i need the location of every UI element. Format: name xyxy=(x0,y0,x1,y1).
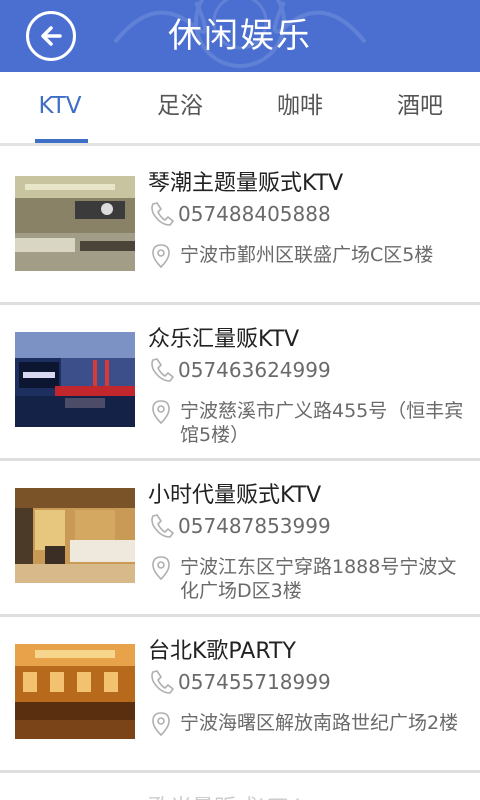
venue-thumbnail xyxy=(15,488,135,583)
venue-thumbnail xyxy=(15,176,135,271)
location-pin-icon xyxy=(152,556,170,581)
venue-address: 宁波市鄞州区联盛广场C区5楼 xyxy=(180,244,434,266)
location-pin-icon xyxy=(152,712,170,737)
address-row: 宁波慈溪市广义路455号（恒丰宾馆5楼） xyxy=(150,399,470,447)
venue-name: 台北K歌PARTY xyxy=(148,639,296,664)
venue-phone: 057455718999 xyxy=(178,670,331,694)
page-title: 休闲娱乐 xyxy=(168,16,312,56)
venue-name: 琴潮主题量贩式KTV xyxy=(148,171,344,196)
tab-foot-massage[interactable]: 足浴 xyxy=(120,72,240,143)
phone-icon xyxy=(151,202,174,226)
phone-icon xyxy=(151,670,174,694)
phone-row[interactable]: 057487853999 xyxy=(150,511,331,541)
phone-row[interactable]: 057488405888 xyxy=(150,199,331,229)
location-pin-icon xyxy=(152,244,170,269)
address-row: 宁波江东区宁穿路1888号宁波文化广场D区3楼 xyxy=(150,555,470,603)
phone-row[interactable]: 057463624999 xyxy=(150,355,331,385)
list-item[interactable]: 台北K歌PARTY 057455718999 宁波海曙区解放南路世纪广场2楼 xyxy=(0,617,480,773)
tab-active-indicator xyxy=(35,139,88,143)
app-screen: 休闲娱乐 KTV 足浴 咖啡 酒吧 琴潮主题量贩式KTV 05748840588… xyxy=(0,0,480,800)
tab-ktv[interactable]: KTV xyxy=(0,72,120,143)
venue-name: 众乐汇量贩KTV xyxy=(148,327,300,352)
tab-bar[interactable]: 酒吧 xyxy=(360,72,480,143)
venue-address: 宁波江东区宁穿路1888号宁波文化广场D区3楼 xyxy=(180,556,457,602)
address-row: 宁波海曙区解放南路世纪广场2楼 xyxy=(150,711,470,737)
location-pin-icon xyxy=(152,400,170,425)
tab-coffee[interactable]: 咖啡 xyxy=(240,72,360,143)
venue-phone: 057487853999 xyxy=(178,514,331,538)
phone-icon xyxy=(151,358,174,382)
venue-phone: 057463624999 xyxy=(178,358,331,382)
venue-thumbnail xyxy=(15,332,135,427)
venue-phone: 057488405888 xyxy=(178,202,331,226)
category-tabs: KTV 足浴 咖啡 酒吧 xyxy=(0,72,480,146)
list-item[interactable]: 琴潮主题量贩式KTV 057488405888 宁波市鄞州区联盛广场C区5楼 xyxy=(0,149,480,305)
header-bar: 休闲娱乐 xyxy=(0,0,480,72)
venue-address: 宁波慈溪市广义路455号（恒丰宾馆5楼） xyxy=(180,400,464,446)
partial-list-item-name: 歌光量贩式KTV xyxy=(148,790,299,800)
address-row: 宁波市鄞州区联盛广场C区5楼 xyxy=(150,243,470,269)
phone-icon xyxy=(151,514,174,538)
venue-name: 小时代量贩式KTV xyxy=(148,483,322,508)
venue-thumbnail xyxy=(15,644,135,739)
phone-row[interactable]: 057455718999 xyxy=(150,667,331,697)
list-item[interactable]: 众乐汇量贩KTV 057463624999 宁波慈溪市广义路455号（恒丰宾馆5… xyxy=(0,305,480,461)
list-item[interactable]: 小时代量贩式KTV 057487853999 宁波江东区宁穿路1888号宁波文化… xyxy=(0,461,480,617)
venue-list[interactable]: 琴潮主题量贩式KTV 057488405888 宁波市鄞州区联盛广场C区5楼 众… xyxy=(0,149,480,773)
venue-address: 宁波海曙区解放南路世纪广场2楼 xyxy=(180,712,459,734)
